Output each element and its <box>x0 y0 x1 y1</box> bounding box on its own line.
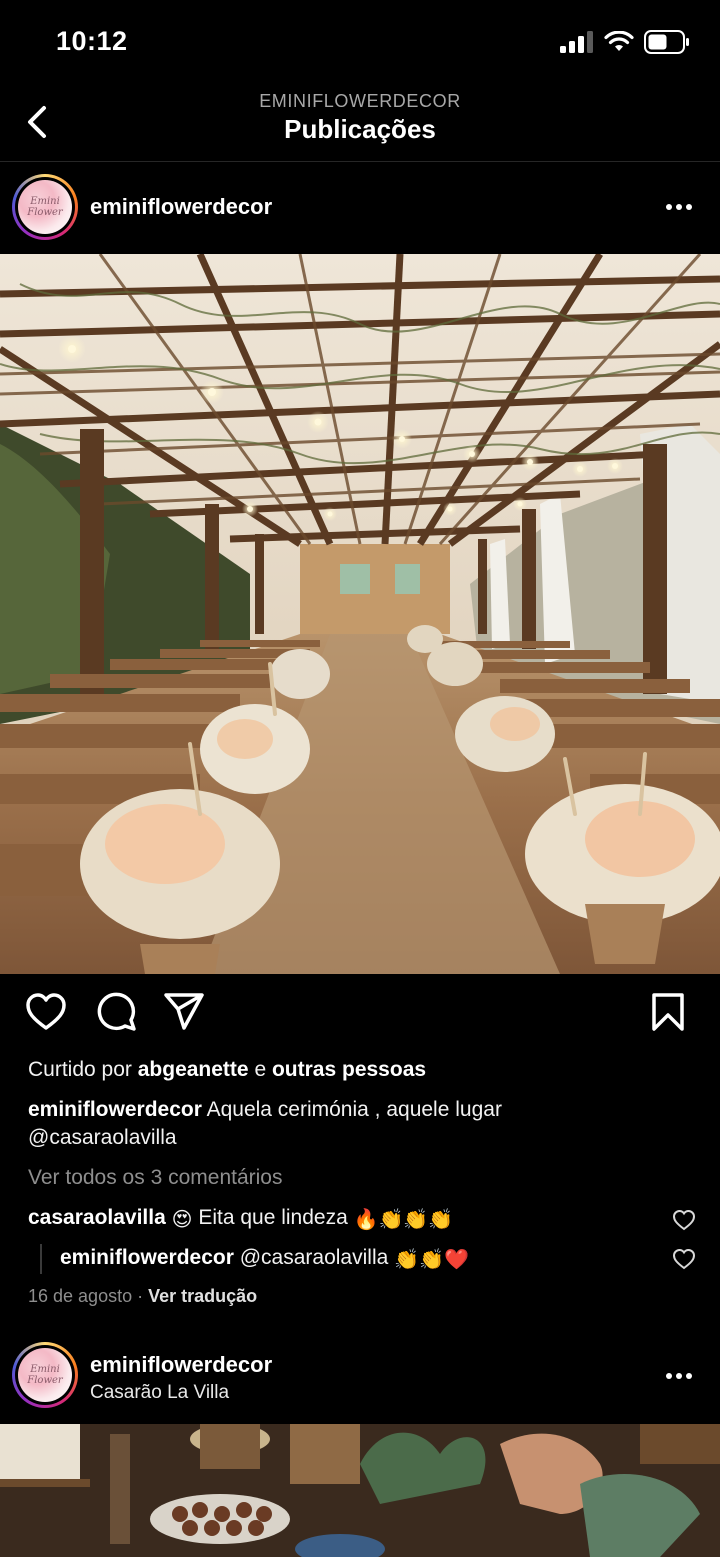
comment-username[interactable]: casaraolavilla <box>28 1206 166 1229</box>
comment-text: Eita que lindeza <box>198 1206 348 1229</box>
caption-text: Aquela cerimónia , aquele lugar <box>206 1098 502 1121</box>
reply-emojis: 👏👏❤️ <box>394 1247 469 1271</box>
caption-mention[interactable]: @casaraolavilla <box>28 1126 177 1150</box>
status-icons <box>560 30 690 54</box>
heart-outline-icon <box>26 993 66 1030</box>
battery-icon <box>644 30 689 54</box>
post-date: 16 de agosto <box>28 1286 133 1306</box>
more-options-button[interactable] <box>664 1371 694 1381</box>
avatar-logo: Emini Flower <box>18 1348 72 1402</box>
reply-like-button[interactable] <box>672 1248 696 1270</box>
heart-eyes-emoji: 😍 <box>171 1207 193 1231</box>
more-horizontal-icon <box>666 1373 672 1379</box>
share-button[interactable] <box>162 990 206 1034</box>
page-title: Publicações <box>284 114 436 144</box>
comment-bubble-icon <box>97 992 136 1031</box>
heart-outline-icon <box>672 1209 696 1231</box>
save-button[interactable] <box>646 990 690 1034</box>
avatar[interactable]: Emini Flower <box>12 174 78 240</box>
post-location[interactable]: Casarão La Villa <box>90 1382 229 1404</box>
status-bar: 10:12 <box>0 0 720 88</box>
post-username[interactable]: eminiflowerdecor <box>90 1352 272 1378</box>
caption-username[interactable]: eminiflowerdecor <box>28 1098 202 1121</box>
avatar[interactable]: Emini Flower <box>12 1342 78 1408</box>
bookmark-outline-icon <box>652 993 684 1031</box>
post-username[interactable]: eminiflowerdecor <box>90 194 272 220</box>
liked-by-user[interactable]: abgeanette <box>138 1058 249 1081</box>
action-bar <box>0 990 720 1042</box>
caption: eminiflowerdecor Aquela cerimónia , aque… <box>28 1098 502 1122</box>
reply-text[interactable]: @casaraolavilla <box>240 1246 389 1269</box>
reply-indent-line <box>40 1244 42 1274</box>
post-header: Emini Flower eminiflowerdecor Casarão La… <box>0 1330 720 1422</box>
comment-button[interactable] <box>94 990 138 1034</box>
view-all-comments-link[interactable]: Ver todos os 3 comentários <box>28 1166 282 1190</box>
dessert-table-photo <box>0 1424 720 1557</box>
comment-item: casaraolavilla 😍 Eita que lindeza 🔥👏👏👏 <box>28 1206 453 1231</box>
meta-separator: · <box>137 1286 144 1306</box>
post-image[interactable] <box>0 254 720 974</box>
nav-titles: EMINIFLOWERDECOR Publicações <box>0 91 720 145</box>
heart-outline-icon <box>672 1248 696 1270</box>
liked-by-others[interactable]: outras pessoas <box>272 1058 426 1081</box>
status-time: 10:12 <box>56 26 128 56</box>
account-name-header: EMINIFLOWERDECOR <box>259 91 461 111</box>
reply-username[interactable]: eminiflowerdecor <box>60 1246 234 1269</box>
wedding-venue-photo <box>0 254 720 974</box>
wifi-icon <box>604 31 634 51</box>
comment-emojis: 🔥👏👏👏 <box>353 1207 454 1231</box>
comment-like-button[interactable] <box>672 1209 696 1231</box>
post-image[interactable] <box>0 1424 720 1557</box>
likes-line: Curtido por abgeanette e outras pessoas <box>28 1058 427 1081</box>
translate-link[interactable]: Ver tradução <box>148 1286 257 1306</box>
nav-header: EMINIFLOWERDECOR Publicações <box>0 88 720 162</box>
paper-plane-icon <box>164 993 204 1030</box>
reply-item: eminiflowerdecor @casaraolavilla 👏👏❤️ <box>60 1246 469 1271</box>
more-options-button[interactable] <box>664 202 694 212</box>
more-horizontal-icon <box>666 204 672 210</box>
cellular-signal-icon <box>560 31 593 53</box>
post-header: Emini Flower eminiflowerdecor <box>0 162 720 254</box>
avatar-logo: Emini Flower <box>18 180 72 234</box>
like-button[interactable] <box>24 990 68 1034</box>
post-meta: 16 de agosto · Ver tradução <box>28 1286 257 1307</box>
